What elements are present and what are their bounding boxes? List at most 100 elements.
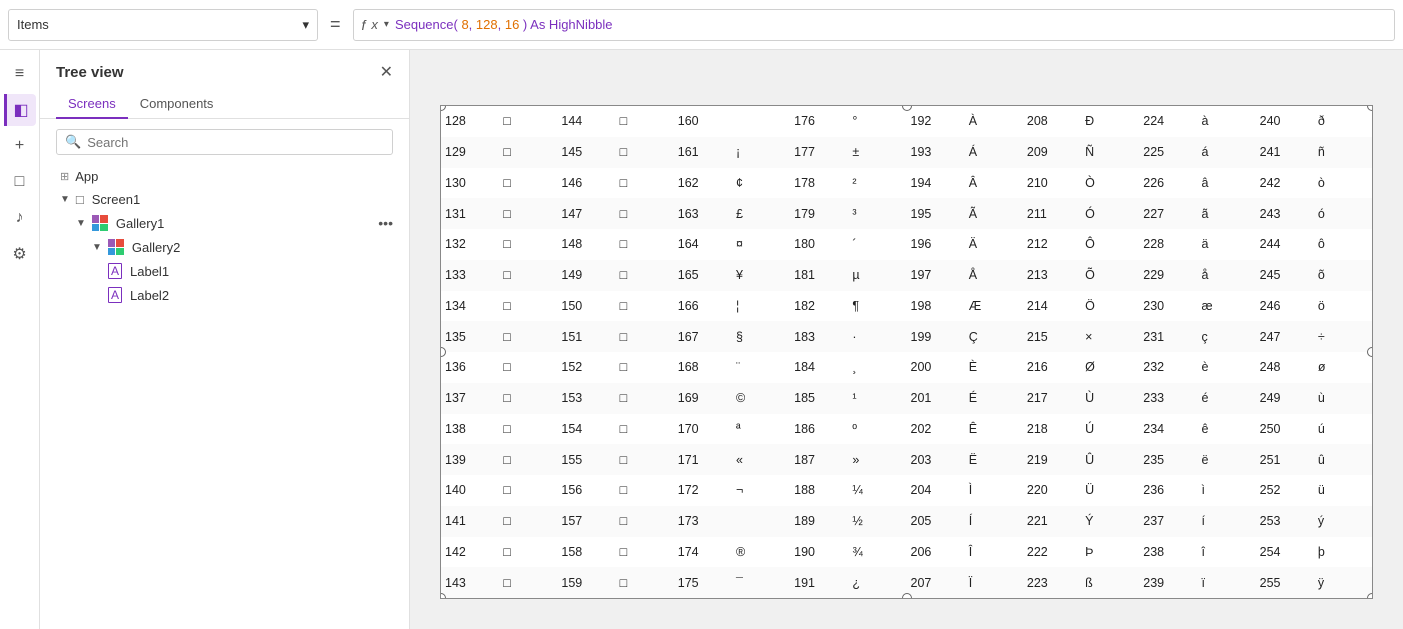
- num-cell: 176: [790, 106, 848, 137]
- hamburger-icon[interactable]: ≡: [4, 58, 36, 90]
- tree-item-app[interactable]: ⊞ App: [40, 165, 409, 188]
- num-cell: 186: [790, 414, 848, 445]
- char-cell: ½: [848, 506, 906, 537]
- tab-components[interactable]: Components: [128, 90, 226, 119]
- char-cell: □: [499, 229, 557, 260]
- media-icon[interactable]: ♪: [4, 202, 36, 234]
- num-cell: 149: [557, 260, 615, 291]
- num-cell: 210: [1023, 168, 1081, 199]
- tree-item-gallery1[interactable]: ▼ Gallery1 •••: [40, 211, 409, 235]
- char-cell: □: [616, 106, 674, 137]
- dropdown-arrow-icon: ▾: [302, 17, 309, 33]
- items-dropdown[interactable]: Items ▾: [8, 9, 318, 41]
- char-cell: Ø: [1081, 352, 1139, 383]
- tree-panel: Tree view ✕ Screens Components 🔍 ⊞ App ▼…: [40, 50, 410, 629]
- num-cell: 233: [1139, 383, 1197, 414]
- char-cell: ¾: [848, 537, 906, 568]
- top-bar: Items ▾ = f x ▾ Sequence( 8, 128, 16 ) A…: [0, 0, 1403, 50]
- num-cell: 171: [674, 444, 732, 475]
- char-cell: º: [848, 414, 906, 445]
- tab-screens[interactable]: Screens: [56, 90, 128, 119]
- tree-close-button[interactable]: ✕: [380, 62, 393, 82]
- char-cell: °: [848, 106, 906, 137]
- char-cell: Ô: [1081, 229, 1139, 260]
- num-cell: 153: [557, 383, 615, 414]
- num-cell: 165: [674, 260, 732, 291]
- search-input[interactable]: [87, 135, 384, 150]
- tree-item-label2[interactable]: A Label2: [40, 283, 409, 307]
- char-cell: ë: [1197, 444, 1255, 475]
- char-cell: □: [499, 260, 557, 291]
- equals-sign: =: [326, 14, 345, 35]
- num-cell: 158: [557, 537, 615, 568]
- data-icon[interactable]: □: [4, 166, 36, 198]
- char-cell: ¦: [732, 291, 790, 322]
- num-cell: 129: [441, 137, 499, 168]
- char-cell: □: [616, 291, 674, 322]
- num-cell: 163: [674, 198, 732, 229]
- char-cell: □: [499, 352, 557, 383]
- handle-middle-right[interactable]: [1367, 347, 1373, 357]
- table-row: 130□146□162¢178²194Â210Ò226â242ò: [441, 168, 1372, 199]
- settings-icon[interactable]: ⚙: [4, 238, 36, 270]
- char-cell: ü: [1314, 475, 1372, 506]
- fx-x: x: [371, 17, 378, 32]
- num-cell: 143: [441, 567, 499, 598]
- char-cell: ì: [1197, 475, 1255, 506]
- handle-bottom-middle[interactable]: [902, 593, 912, 599]
- num-cell: 174: [674, 537, 732, 568]
- table-row: 137□153□169©185¹201É217Ù233é249ù: [441, 383, 1372, 414]
- app-grid-icon: ⊞: [60, 170, 69, 183]
- char-cell: □: [616, 444, 674, 475]
- num-cell: 185: [790, 383, 848, 414]
- num-cell: 145: [557, 137, 615, 168]
- num-cell: 144: [557, 106, 615, 137]
- num-cell: 195: [907, 198, 965, 229]
- num-cell: 224: [1139, 106, 1197, 137]
- char-cell: ¢: [732, 168, 790, 199]
- char-cell: Ö: [1081, 291, 1139, 322]
- char-cell: Ù: [1081, 383, 1139, 414]
- add-icon[interactable]: +: [4, 130, 36, 162]
- num-cell: 240: [1256, 106, 1314, 137]
- tree-item-screen1[interactable]: ▼ □ Screen1: [40, 188, 409, 211]
- char-cell: □: [499, 444, 557, 475]
- num-cell: 204: [907, 475, 965, 506]
- num-cell: 137: [441, 383, 499, 414]
- char-cell: Ú: [1081, 414, 1139, 445]
- num-cell: 245: [1256, 260, 1314, 291]
- char-cell: ²: [848, 168, 906, 199]
- layers-icon[interactable]: ◧: [4, 94, 36, 126]
- char-cell: [732, 106, 790, 137]
- tree-item-gallery2[interactable]: ▼ Gallery2: [40, 235, 409, 259]
- handle-bottom-right[interactable]: [1367, 593, 1373, 599]
- num-cell: 168: [674, 352, 732, 383]
- num-cell: 230: [1139, 291, 1197, 322]
- char-cell: Ñ: [1081, 137, 1139, 168]
- char-cell: É: [965, 383, 1023, 414]
- num-cell: 189: [790, 506, 848, 537]
- num-cell: 157: [557, 506, 615, 537]
- num-cell: 219: [1023, 444, 1081, 475]
- char-cell: î: [1197, 537, 1255, 568]
- canvas-area[interactable]: 128□144□160176°192À208Ð224à240ð129□145□1…: [410, 50, 1403, 629]
- num-cell: 228: [1139, 229, 1197, 260]
- char-cell: □: [499, 321, 557, 352]
- num-cell: 229: [1139, 260, 1197, 291]
- gallery1-ellipsis[interactable]: •••: [378, 215, 393, 231]
- char-cell: ¡: [732, 137, 790, 168]
- num-cell: 154: [557, 414, 615, 445]
- tree-items: ⊞ App ▼ □ Screen1 ▼ Gallery1 ••: [40, 165, 409, 629]
- tree-item-label1[interactable]: A Label1: [40, 259, 409, 283]
- char-cell: □: [616, 537, 674, 568]
- num-cell: 169: [674, 383, 732, 414]
- char-cell: ¨: [732, 352, 790, 383]
- char-cell: ¯: [732, 567, 790, 598]
- table-row: 131□147□163£179³195Ã211Ó227ã243ó: [441, 198, 1372, 229]
- char-cell: □: [616, 198, 674, 229]
- num-cell: 243: [1256, 198, 1314, 229]
- num-cell: 248: [1256, 352, 1314, 383]
- num-cell: 141: [441, 506, 499, 537]
- num-cell: 166: [674, 291, 732, 322]
- char-cell: ×: [1081, 321, 1139, 352]
